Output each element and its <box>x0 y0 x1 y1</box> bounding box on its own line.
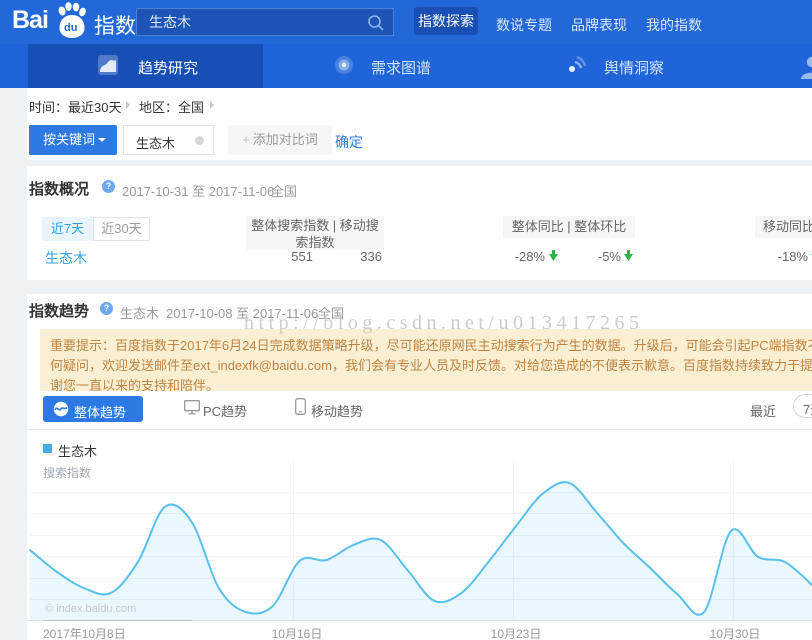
overall-trend-icon <box>53 401 69 417</box>
trend-area-path <box>30 482 812 621</box>
recent-range-selector[interactable]: 7天 <box>793 394 812 418</box>
keyword-input[interactable]: 生态木 <box>123 125 214 155</box>
tab-last-30-days[interactable]: 近30天 <box>93 217 150 241</box>
demand-graph-icon <box>333 54 355 76</box>
tab-last-7-days[interactable]: 近7天 <box>42 217 93 241</box>
subnav-label-demand-graph[interactable]: 需求图谱 <box>371 57 431 78</box>
search-icon[interactable] <box>367 14 385 32</box>
overview-keyword-link[interactable]: 生态木 <box>45 248 87 268</box>
nav-item-brand-performance[interactable]: 品牌表现 <box>571 15 627 35</box>
header-search-input[interactable] <box>137 9 435 35</box>
tab-pc-trend[interactable]: PC趋势 <box>203 401 247 420</box>
caret-down-icon <box>98 138 106 142</box>
add-compare-button[interactable]: +添加对比词 <box>228 125 332 155</box>
clear-keyword-icon[interactable] <box>195 136 204 145</box>
nav-item-data-topics[interactable]: 数说专题 <box>496 15 552 35</box>
nav-item-my-index[interactable]: 我的指数 <box>646 15 702 35</box>
confirm-button[interactable]: 确定 <box>335 132 363 152</box>
mobile-phone-icon <box>295 398 306 415</box>
mobile-yoy-value: -18% <box>758 249 808 264</box>
subnav-label-sentiment-insight[interactable]: 舆情洞察 <box>604 57 664 78</box>
x-tick-label: 10月30日 <box>695 625 775 640</box>
baidu-logo-text-du: du <box>64 22 77 34</box>
keyword-type-button[interactable]: 按关键词 <box>29 125 117 155</box>
header-search-box[interactable] <box>136 8 394 36</box>
time-filter[interactable]: 时间：最近30天 <box>29 97 121 116</box>
divider <box>27 429 812 430</box>
index-baidu-watermark: © index.baidu.com <box>45 603 136 615</box>
trend-research-icon <box>96 53 120 77</box>
overall-search-index-value: 551 <box>263 249 313 264</box>
trend-down-icon <box>624 250 633 261</box>
baidu-index-page: Bai du 指数 指数探索 数说专题 品牌表现 我的指数 趋势研究 需求图谱 … <box>0 0 812 640</box>
x-tick-label: 2017年10月8日 <box>43 625 126 640</box>
nav-item-index-explore[interactable]: 指数探索 <box>414 7 478 35</box>
x-tick-label: 10月16日 <box>257 625 337 640</box>
legend-swatch <box>43 444 52 453</box>
recent-range-label: 最近 <box>750 401 776 420</box>
plus-icon: + <box>242 132 250 147</box>
notice-line: 重要提示：百度指数于2017年6月24日完成数据策略升级，尽可能还原网民主动搜索… <box>50 336 812 356</box>
overall-yoy-value: -28% <box>495 249 545 264</box>
trend-section-title: 指数趋势 <box>29 300 89 321</box>
column-header-search-index: 整体搜索指数 | 移动搜索指数 <box>246 216 384 250</box>
baidu-logo-text-bai[interactable]: Bai <box>12 6 48 35</box>
overview-date-range: 2017-10-31 至 2017-11-06 <box>122 181 274 200</box>
overview-region: 全国 <box>271 181 297 200</box>
chevron-right-icon <box>126 101 130 109</box>
y-axis-label: 搜索指数 <box>43 464 91 481</box>
baidu-logo-suffix[interactable]: 指数 <box>94 10 136 40</box>
tab-mobile-trend[interactable]: 移动趋势 <box>311 401 363 420</box>
important-notice-banner: 重要提示：百度指数于2017年6月24日完成数据策略升级，尽可能还原网民主动搜索… <box>40 329 812 391</box>
overview-section-title: 指数概况 <box>29 178 89 199</box>
chevron-right-icon <box>210 101 214 109</box>
notice-line: 何疑问，欢迎发送邮件至ext_indexfk@baidu.com，我们会有专业人… <box>50 356 812 376</box>
trend-keyword: 生态木 <box>120 303 159 322</box>
mobile-search-index-value: 336 <box>332 249 382 264</box>
help-icon[interactable]: ? <box>100 302 113 315</box>
subnav-label-trend-research[interactable]: 趋势研究 <box>138 57 198 78</box>
column-header-mobile-yoy: 移动同比 | <box>755 216 812 238</box>
baidu-paw-icon[interactable] <box>53 1 91 41</box>
tab-overall-trend[interactable]: 整体趋势 <box>43 396 143 422</box>
help-icon[interactable]: ? <box>102 180 115 193</box>
user-icon[interactable] <box>799 53 812 79</box>
pc-monitor-icon <box>184 400 200 415</box>
column-header-yoy-mom: 整体同比 | 整体环比 <box>503 216 635 238</box>
sentiment-insight-icon <box>565 54 587 76</box>
keyword-value: 生态木 <box>136 133 175 152</box>
overall-mom-value: -5% <box>571 249 621 264</box>
region-filter[interactable]: 地区：全国 <box>139 97 204 116</box>
notice-line: 谢您一直以来的支持和陪伴。 <box>50 376 812 391</box>
csdn-watermark: http://blog.csdn.net/u013417265 <box>244 312 644 335</box>
trend-down-icon <box>549 250 558 261</box>
x-tick-label: 10月23日 <box>476 625 556 640</box>
